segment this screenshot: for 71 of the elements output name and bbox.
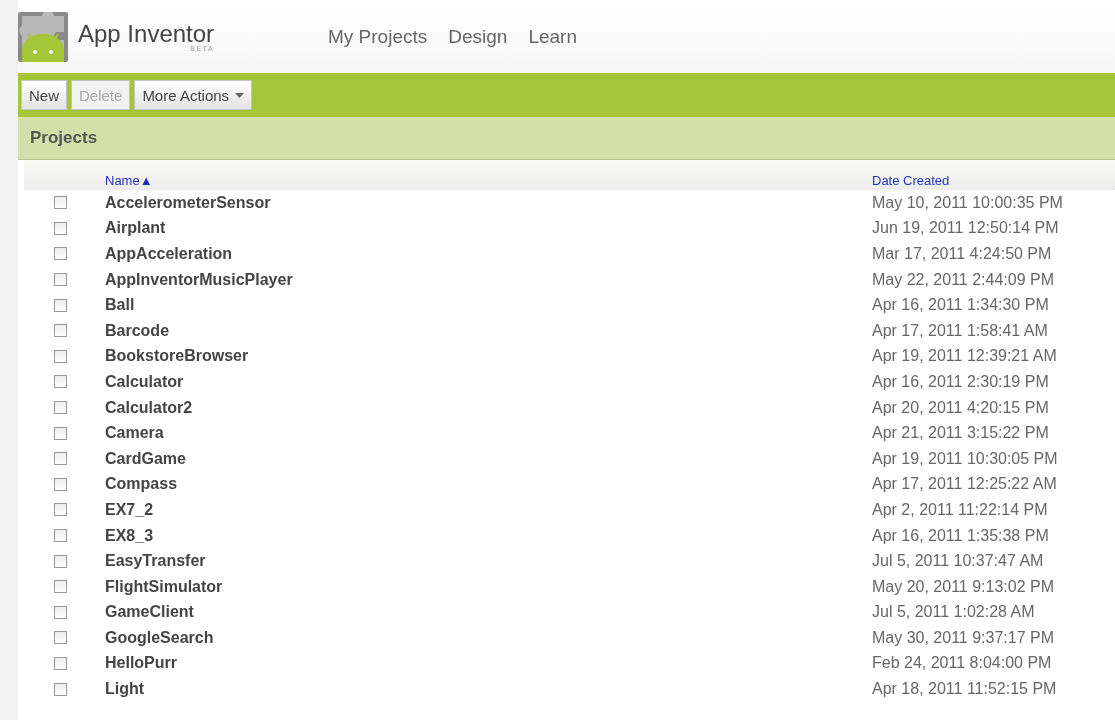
- checkbox[interactable]: [54, 349, 67, 363]
- date-cell-text: Apr 19, 2011 10:30:05 PM: [872, 449, 1059, 468]
- project-name[interactable]: Compass: [105, 475, 872, 494]
- project-name[interactable]: EX8_3: [105, 526, 872, 545]
- column-header[interactable]: Name▲: [105, 173, 872, 188]
- toolbar-button[interactable]: New: [21, 80, 67, 110]
- checkbox[interactable]: [54, 426, 67, 440]
- project-name[interactable]: Light: [105, 680, 872, 699]
- date-cell-text: Jun 19, 2011 12:50:14 PM: [872, 219, 1060, 238]
- project-name[interactable]: AppInventorMusicPlayer: [105, 270, 872, 289]
- project-name[interactable]: AppAcceleration: [105, 245, 872, 263]
- project-name[interactable]: GameClient: [105, 603, 872, 622]
- checkbox[interactable]: [54, 605, 67, 619]
- checkbox[interactable]: [54, 682, 67, 696]
- date-cell-text: Apr 16, 2011 2:30:19 PM: [872, 372, 1050, 391]
- project-name[interactable]: HelloPurr: [105, 654, 872, 673]
- checkbox[interactable]: [54, 554, 67, 568]
- project-name[interactable]: Barcode: [105, 321, 872, 340]
- date-cell-text: Jul 5, 2011 1:02:28 AM: [872, 603, 1036, 622]
- app-name: App Inventor: [78, 21, 215, 47]
- date-cell-text: Apr 19, 2011 12:39:21 AM: [872, 347, 1058, 366]
- date-cell-text: May 20, 2011 9:13:02 PM: [872, 577, 1056, 596]
- nav-link[interactable]: Learn: [528, 25, 577, 48]
- date-cell-text: May 30, 2011 9:37:17 PM: [872, 628, 1056, 647]
- checkbox[interactable]: [54, 324, 67, 338]
- checkbox[interactable]: [54, 247, 67, 261]
- column-header[interactable]: Date Created: [872, 173, 1115, 188]
- checkbox[interactable]: [54, 503, 67, 517]
- checkbox[interactable]: [54, 401, 67, 415]
- dropdown-button[interactable]: More Actions: [134, 80, 253, 110]
- date-cell-text: Apr 2, 2011 11:22:14 PM: [872, 500, 1049, 519]
- project-name[interactable]: Ball: [105, 296, 872, 315]
- project-name[interactable]: AccelerometerSensor: [105, 193, 872, 212]
- date-cell-text: Apr 16, 2011 1:34:30 PM: [872, 296, 1050, 315]
- date-cell-text: Apr 21, 2011 3:15:22 PM: [872, 424, 1050, 443]
- date-cell-text: Apr 20, 2011 4:20:15 PM: [872, 398, 1050, 417]
- checkbox[interactable]: [54, 580, 67, 594]
- project-name[interactable]: Camera: [105, 424, 872, 443]
- checkbox[interactable]: [54, 477, 67, 491]
- date-cell-text: Apr 18, 2011 11:52:15 PM: [872, 680, 1058, 699]
- checkbox[interactable]: [54, 657, 67, 670]
- date-cell-text: Apr 16, 2011 1:35:38 PM: [872, 526, 1050, 545]
- project-name[interactable]: EasyTransfer: [105, 552, 872, 571]
- project-name[interactable]: BookstoreBrowser: [105, 347, 872, 366]
- project-name[interactable]: EX7_2: [105, 500, 872, 519]
- logo-icon: [18, 11, 68, 62]
- caret-icon: [235, 92, 245, 98]
- date-cell-text: Apr 17, 2011 12:25:22 AM: [872, 475, 1058, 494]
- date-cell-text: Jul 5, 2011 10:37:47 AM: [872, 552, 1045, 571]
- panel-title: Projects: [30, 128, 98, 148]
- checkbox[interactable]: [54, 298, 67, 312]
- project-name[interactable]: Calculator2: [105, 398, 872, 417]
- project-name[interactable]: Calculator: [105, 372, 872, 391]
- checkbox[interactable]: [54, 375, 67, 389]
- date-cell-text: May 22, 2011 2:44:09 PM: [872, 270, 1056, 289]
- date-cell-text: Feb 24, 2011 8:04:00 PM: [872, 654, 1053, 673]
- date-cell-text: Apr 17, 2011 1:58:41 AM: [872, 321, 1049, 340]
- project-name[interactable]: CardGame: [105, 449, 872, 468]
- project-name[interactable]: Airplant: [105, 219, 872, 238]
- date-cell-text: Mar 17, 2011 4:24:50 PM: [872, 245, 1053, 263]
- checkbox[interactable]: [54, 221, 67, 235]
- checkbox[interactable]: [54, 452, 67, 466]
- nav-link[interactable]: Design: [448, 25, 508, 48]
- checkbox[interactable]: [54, 529, 67, 542]
- nav-link[interactable]: My Projects: [328, 25, 428, 48]
- project-name[interactable]: FlightSimulator: [105, 577, 872, 596]
- checkbox[interactable]: [54, 631, 67, 645]
- project-name[interactable]: GoogleSearch: [105, 628, 872, 647]
- checkbox[interactable]: [54, 273, 67, 287]
- checkbox[interactable]: [54, 196, 67, 210]
- date-cell-text: May 10, 2011 10:00:35 PM: [872, 193, 1064, 212]
